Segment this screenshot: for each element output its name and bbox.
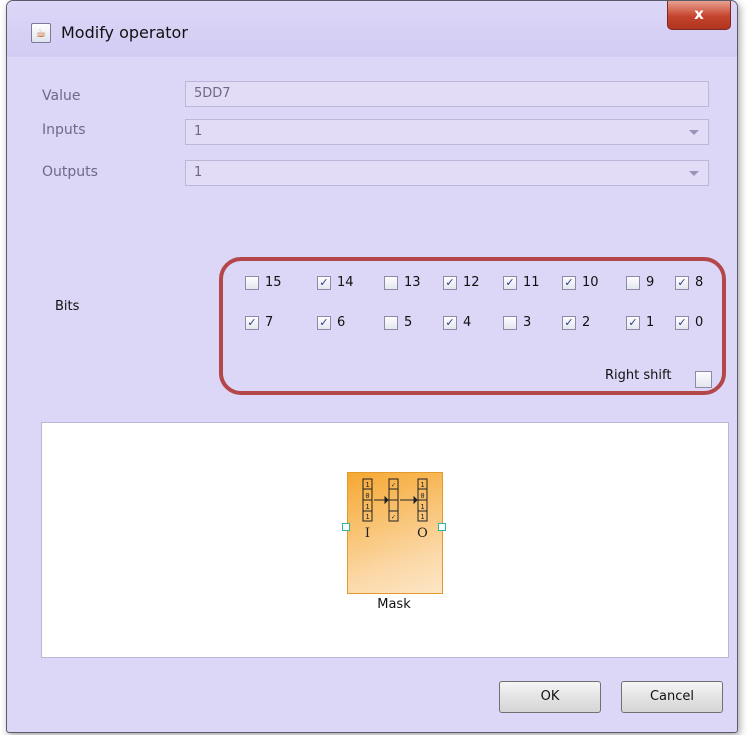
outputs-value: 1 <box>194 165 203 180</box>
bits-label: Bits <box>55 299 80 314</box>
bit-label: 2 <box>582 315 591 330</box>
checkmark-icon[interactable]: ✓ <box>562 275 576 290</box>
bit-2-checkbox[interactable]: ✓ 2 <box>562 315 590 330</box>
bit-label: 11 <box>523 275 540 290</box>
chevron-down-icon <box>689 171 699 176</box>
bit-label: 3 <box>523 315 532 330</box>
checkmark-icon[interactable]: ✓ <box>245 315 259 330</box>
bit-12-checkbox[interactable]: ✓ 12 <box>443 275 480 290</box>
checkbox-box[interactable] <box>245 275 259 290</box>
svg-text:✓: ✓ <box>391 481 395 489</box>
checkmark-icon[interactable]: ✓ <box>443 275 457 290</box>
inputs-label: Inputs <box>42 122 86 138</box>
chevron-down-icon <box>689 130 699 135</box>
svg-text:1: 1 <box>365 481 369 489</box>
ok-button[interactable]: OK <box>499 681 601 713</box>
bit-14-checkbox[interactable]: ✓ 14 <box>317 275 354 290</box>
close-icon: x <box>694 5 704 23</box>
checkbox-box[interactable] <box>503 315 517 330</box>
svg-text:1: 1 <box>420 481 424 489</box>
inputs-value: 1 <box>194 124 203 139</box>
inputs-select[interactable]: 1 <box>185 119 709 145</box>
checkmark-icon[interactable]: ✓ <box>675 315 689 330</box>
bit-label: 15 <box>265 275 282 290</box>
bit-13-checkbox[interactable]: 13 <box>384 275 421 290</box>
bit-label: 6 <box>337 315 346 330</box>
window-title: Modify operator <box>61 23 188 42</box>
bit-label: 8 <box>695 275 704 290</box>
bit-label: 9 <box>646 275 655 290</box>
bit-label: 12 <box>463 275 480 290</box>
value-field[interactable]: 5DD7 <box>185 81 709 107</box>
bit-11-checkbox[interactable]: ✓ 11 <box>503 275 540 290</box>
checkmark-icon[interactable]: ✓ <box>675 275 689 290</box>
checkmark-icon[interactable]: ✓ <box>443 315 457 330</box>
right-shift-checkbox[interactable] <box>695 371 712 388</box>
bit-8-checkbox[interactable]: ✓ 8 <box>675 275 703 290</box>
checkbox-box[interactable] <box>384 275 398 290</box>
bit-9-checkbox[interactable]: 9 <box>626 275 654 290</box>
title-bar[interactable]: ☕ Modify operator x <box>7 1 737 57</box>
checkbox-box[interactable] <box>384 315 398 330</box>
bit-3-checkbox[interactable]: 3 <box>503 315 531 330</box>
bit-label: 4 <box>463 315 472 330</box>
input-port-handle[interactable] <box>342 523 350 531</box>
bit-15-checkbox[interactable]: 15 <box>245 275 282 290</box>
mask-diagram-icon: 1 0 1 1 1 0 1 1 ✓ ✓ I O <box>362 478 428 541</box>
node-output-port-label: O <box>417 526 428 541</box>
cancel-button[interactable]: Cancel <box>621 681 723 713</box>
modify-operator-dialog: ☕ Modify operator x Value 5DD7 Inputs 1 … <box>6 0 738 733</box>
svg-text:0: 0 <box>420 492 424 500</box>
output-port-handle[interactable] <box>438 523 446 531</box>
bit-label: 0 <box>695 315 704 330</box>
bit-label: 10 <box>582 275 599 290</box>
operator-preview-canvas: 1 0 1 1 1 0 1 1 ✓ ✓ I O Mask <box>41 422 729 658</box>
value-label: Value <box>42 88 81 104</box>
svg-text:1: 1 <box>420 513 424 521</box>
node-input-port-label: I <box>365 526 370 541</box>
svg-text:✓: ✓ <box>391 513 395 521</box>
mask-operator-node[interactable]: 1 0 1 1 1 0 1 1 ✓ ✓ I O <box>347 472 443 594</box>
checkmark-icon[interactable]: ✓ <box>562 315 576 330</box>
bit-label: 13 <box>404 275 421 290</box>
java-app-icon: ☕ <box>31 23 51 43</box>
checkmark-icon[interactable]: ✓ <box>626 315 640 330</box>
outputs-select[interactable]: 1 <box>185 160 709 186</box>
bit-10-checkbox[interactable]: ✓ 10 <box>562 275 599 290</box>
svg-text:1: 1 <box>365 503 369 511</box>
bit-label: 1 <box>646 315 655 330</box>
bit-label: 7 <box>265 315 274 330</box>
node-label: Mask <box>377 597 411 612</box>
bit-label: 5 <box>404 315 413 330</box>
svg-text:0: 0 <box>365 492 369 500</box>
bit-4-checkbox[interactable]: ✓ 4 <box>443 315 471 330</box>
checkbox-box[interactable] <box>626 275 640 290</box>
right-shift-label: Right shift <box>605 368 672 383</box>
bit-5-checkbox[interactable]: 5 <box>384 315 412 330</box>
checkmark-icon[interactable]: ✓ <box>317 275 331 290</box>
close-button[interactable]: x <box>667 1 731 30</box>
svg-text:1: 1 <box>420 503 424 511</box>
bit-0-checkbox[interactable]: ✓ 0 <box>675 315 703 330</box>
svg-text:1: 1 <box>365 513 369 521</box>
bit-7-checkbox[interactable]: ✓ 7 <box>245 315 273 330</box>
bit-6-checkbox[interactable]: ✓ 6 <box>317 315 345 330</box>
outputs-label: Outputs <box>42 164 98 180</box>
checkmark-icon[interactable]: ✓ <box>503 275 517 290</box>
bit-label: 14 <box>337 275 354 290</box>
bit-1-checkbox[interactable]: ✓ 1 <box>626 315 654 330</box>
checkmark-icon[interactable]: ✓ <box>317 315 331 330</box>
